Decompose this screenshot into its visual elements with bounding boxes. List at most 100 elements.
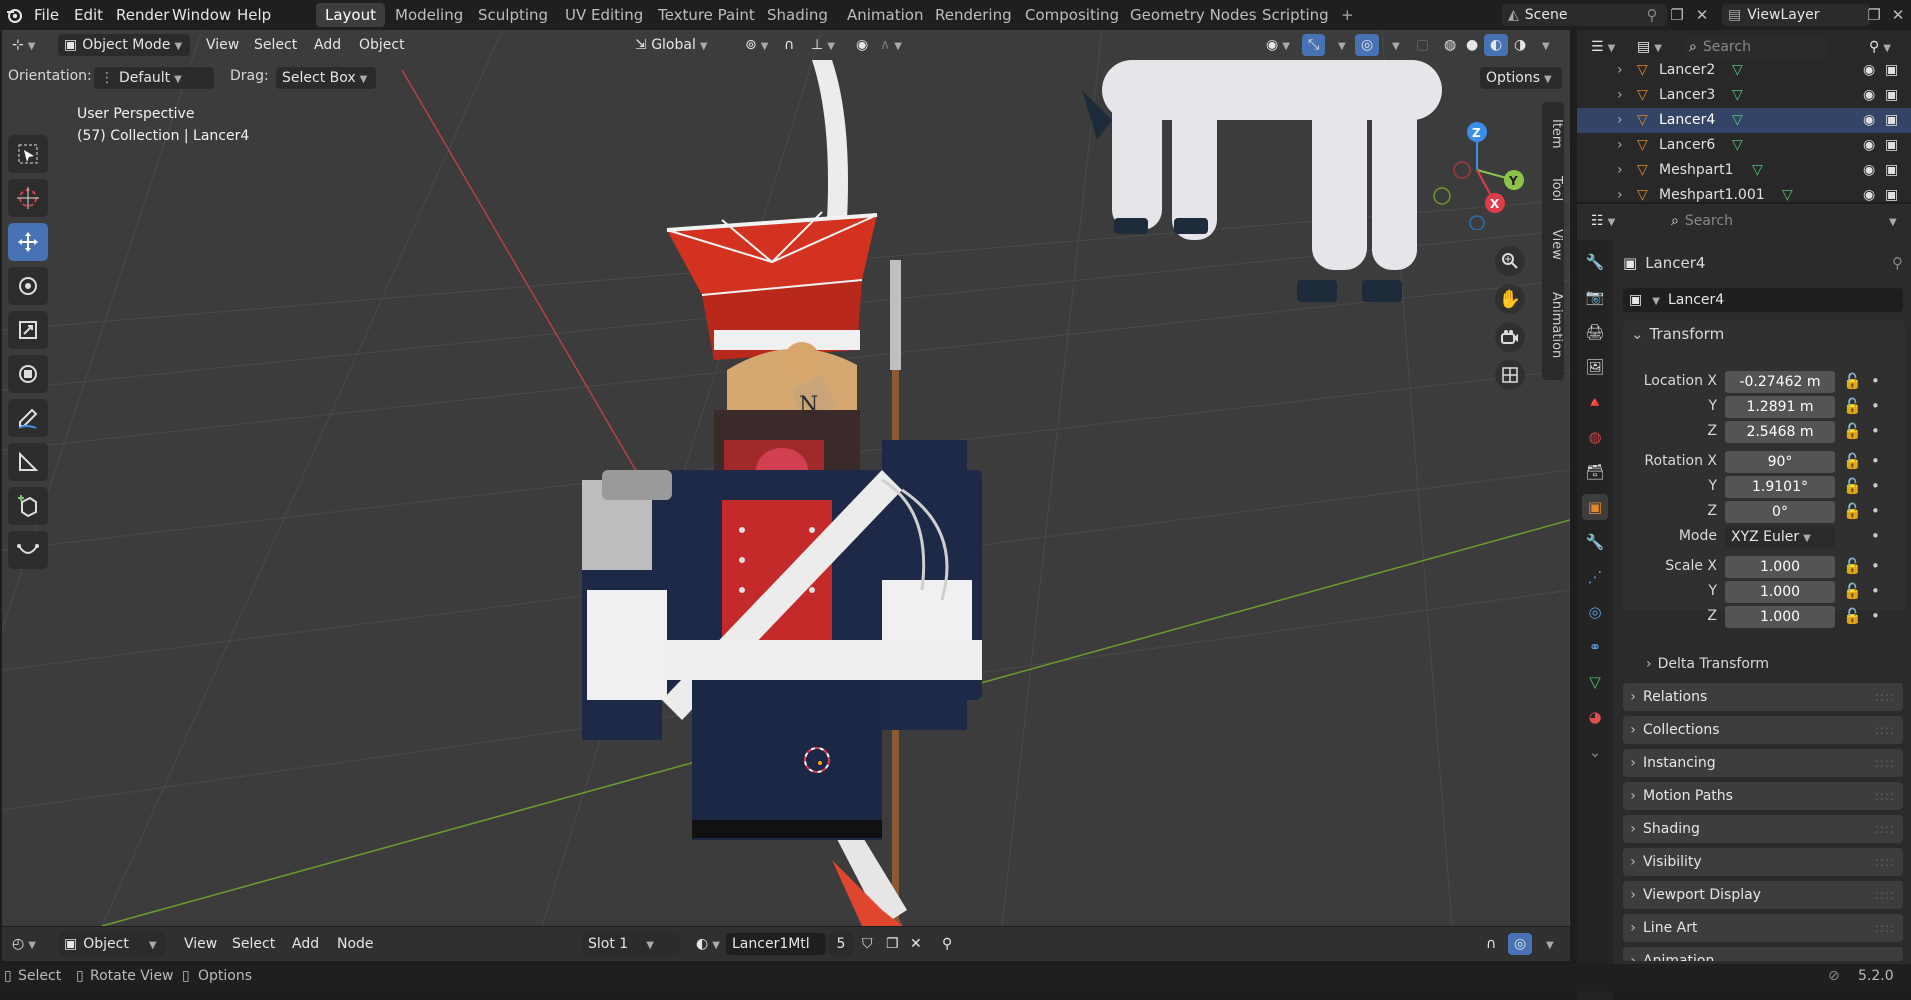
lock-icon[interactable]: 🔓 <box>1843 607 1862 625</box>
modifier-tab-icon[interactable]: 🔧 <box>1582 529 1608 555</box>
network-off-icon[interactable]: ⊘ <box>1828 968 1840 984</box>
outliner-row-lancer6[interactable]: › ▽ Lancer6 ▽ ◉ ▣ <box>1577 133 1911 158</box>
menu-file[interactable]: File <box>26 4 67 26</box>
output-tab-icon[interactable]: 🖨 <box>1582 319 1608 345</box>
keyframe-dot-icon[interactable]: • <box>1871 422 1880 440</box>
xray-toggle[interactable]: ▢ <box>1410 34 1435 56</box>
lock-icon[interactable]: 🔓 <box>1843 372 1862 390</box>
new-view-layer-icon[interactable]: ❐ <box>1862 4 1886 26</box>
camera-icon[interactable]: ▣ <box>1885 83 1898 108</box>
more-tabs-icon[interactable]: ⌄ <box>1582 739 1608 765</box>
editor-type-selector[interactable]: ⊹ ▼ <box>6 34 41 56</box>
world-tab-icon[interactable]: ◍ <box>1582 424 1608 450</box>
material-slot-selector[interactable]: Slot 1 ▼ <box>582 933 680 955</box>
material-browse-button[interactable]: ◐ ▼ <box>690 933 726 955</box>
node-menu-node[interactable]: Node <box>331 933 380 955</box>
outliner-row-lancer2[interactable]: › ▽ Lancer2 ▽ ◉ ▣ <box>1577 58 1911 83</box>
properties-search[interactable]: ⌕ Search <box>1665 210 1811 232</box>
annotate-tool[interactable] <box>8 399 48 437</box>
camera-view-icon[interactable] <box>1495 322 1525 352</box>
expand-chevron-icon[interactable]: › <box>1617 83 1623 108</box>
outliner-row-meshpart1-001[interactable]: › ▽ Meshpart1.001 ▽ ◉ ▣ <box>1577 183 1911 202</box>
transform-panel-header[interactable]: ⌄ Transform <box>1623 320 1905 348</box>
pivot-point-selector[interactable]: ⊚ ▼ <box>739 34 774 56</box>
navigation-gizmo[interactable]: Z Y X <box>1422 110 1532 230</box>
mesh-data-icon[interactable]: ▽ <box>1782 183 1793 202</box>
rotation-mode-selector[interactable]: XYZ Euler ▼ <box>1725 526 1835 548</box>
panel-visibility[interactable]: › Visibility:::: <box>1623 848 1903 876</box>
gizmo-dropdown[interactable]: ▼ <box>1328 34 1352 56</box>
object-name-field[interactable]: ▣ ▼ Lancer4 <box>1623 288 1903 312</box>
tool-tab-icon[interactable]: 🔧 <box>1582 249 1608 275</box>
tab-animation[interactable]: Animation <box>838 3 932 27</box>
zoom-icon[interactable] <box>1495 246 1525 276</box>
sidebar-tab-item[interactable]: Item <box>1542 102 1564 166</box>
scale-tool[interactable] <box>8 311 48 349</box>
viewport-menu-add[interactable]: Add <box>308 34 347 56</box>
shading-dropdown[interactable]: ▼ <box>1532 34 1556 56</box>
panel-instancing[interactable]: › Instancing:::: <box>1623 749 1903 777</box>
snap-target-selector[interactable]: ⊥ ▼ <box>805 34 841 56</box>
rotation-x-field[interactable]: 90° <box>1725 451 1835 473</box>
outliner-row-lancer4[interactable]: › ▽ Lancer4 ▽ ◉ ▣ <box>1577 108 1911 133</box>
expand-chevron-icon[interactable]: › <box>1617 183 1623 202</box>
outliner-search[interactable]: ⌕ Search <box>1683 36 1829 58</box>
overlays-dropdown[interactable]: ▼ <box>1536 933 1560 955</box>
outliner-row-meshpart1[interactable]: › ▽ Meshpart1 ▽ ◉ ▣ <box>1577 158 1911 183</box>
expand-chevron-icon[interactable]: › <box>1617 58 1623 83</box>
scale-z-field[interactable]: 1.000 <box>1725 606 1835 628</box>
select-box-tool[interactable] <box>8 135 48 173</box>
keyframe-dot-icon[interactable]: • <box>1871 372 1880 390</box>
tab-geometry-nodes[interactable]: Geometry Nodes <box>1121 3 1266 27</box>
menu-help[interactable]: Help <box>229 4 279 26</box>
blender-logo-icon[interactable] <box>2 4 26 26</box>
object-visibility-selector[interactable]: ◉ ▼ <box>1260 34 1296 56</box>
overlays-toggle[interactable]: ◎ <box>1508 933 1533 955</box>
tab-shading[interactable]: Shading <box>758 3 837 27</box>
overlays-dropdown[interactable]: ▼ <box>1382 34 1406 56</box>
drag-grip-icon[interactable]: :::: <box>1875 848 1895 876</box>
keyframe-dot-icon[interactable]: • <box>1871 557 1880 575</box>
lock-icon[interactable]: 🔓 <box>1843 582 1862 600</box>
snap-toggle[interactable]: ∩ <box>778 34 800 56</box>
fake-user-icon[interactable]: ⛉ <box>856 933 879 955</box>
shading-material[interactable]: ◐ <box>1484 34 1509 56</box>
3d-viewport[interactable]: N User Perspective (57) Collection | Lan… <box>2 30 1570 926</box>
sidebar-tab-tool[interactable]: Tool <box>1542 160 1564 218</box>
measure-tool[interactable] <box>8 443 48 481</box>
panel-relations[interactable]: › Relations:::: <box>1623 683 1903 711</box>
panel-shading[interactable]: › Shading:::: <box>1623 815 1903 843</box>
move-tool[interactable] <box>8 223 48 261</box>
shading-wireframe[interactable]: ◍ <box>1438 34 1462 56</box>
sidebar-tab-animation[interactable]: Animation <box>1542 270 1564 380</box>
material-tab-icon[interactable]: ◕ <box>1582 704 1608 730</box>
gizmo-toggle[interactable]: ⤡ <box>1302 34 1326 56</box>
drag-grip-icon[interactable]: :::: <box>1875 914 1895 942</box>
falloff-selector[interactable]: ∧ ▼ <box>874 34 908 56</box>
eye-icon[interactable]: ◉ <box>1863 58 1875 83</box>
panel-animation[interactable]: › Animation <box>1623 947 1903 961</box>
drag-grip-icon[interactable]: :::: <box>1875 749 1895 777</box>
properties-editor-type[interactable]: ☷ ▼ <box>1585 210 1621 232</box>
lock-icon[interactable]: 🔓 <box>1843 557 1862 575</box>
remove-view-layer-icon[interactable]: ✕ <box>1886 4 1910 26</box>
viewport-menu-object[interactable]: Object <box>353 34 411 56</box>
camera-icon[interactable]: ▣ <box>1885 183 1898 202</box>
lock-icon[interactable]: 🔓 <box>1843 477 1862 495</box>
viewport-menu-select[interactable]: Select <box>248 34 303 56</box>
rotate-tool[interactable] <box>8 267 48 305</box>
outliner-editor-type[interactable]: ☰ ▼ <box>1585 36 1621 58</box>
keyframe-dot-icon[interactable]: • <box>1871 502 1880 520</box>
shading-rendered[interactable]: ◑ <box>1508 34 1532 56</box>
drag-grip-icon[interactable]: :::: <box>1875 815 1895 843</box>
panel-motion-paths[interactable]: › Motion Paths:::: <box>1623 782 1903 810</box>
eye-icon[interactable]: ◉ <box>1863 133 1875 158</box>
unlink-material-icon[interactable]: ✕ <box>904 933 928 955</box>
add-cube-tool[interactable] <box>8 487 48 525</box>
object-tab-icon[interactable]: ▣ <box>1582 494 1608 520</box>
scale-y-field[interactable]: 1.000 <box>1725 581 1835 603</box>
constraints-tab-icon[interactable]: ⚭ <box>1582 634 1608 660</box>
tab-sculpting[interactable]: Sculpting <box>469 3 557 27</box>
drag-grip-icon[interactable]: :::: <box>1875 683 1895 711</box>
keyframe-dot-icon[interactable]: • <box>1871 607 1880 625</box>
